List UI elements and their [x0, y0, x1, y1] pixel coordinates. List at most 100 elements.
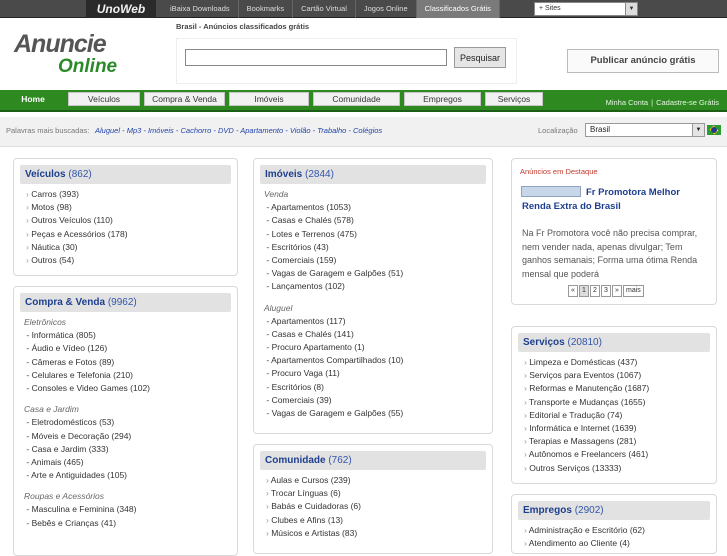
category-item[interactable]: Editorial e Tradução (74) [524, 409, 649, 422]
category-item[interactable]: - Escritórios (43) [264, 241, 403, 254]
category-item[interactable]: - Celulares e Telefonia (210) [24, 369, 150, 382]
register-link[interactable]: Cadastre-se Grátis [656, 98, 719, 107]
category-item[interactable]: - Vagas de Garagem e Galpões (55) [264, 407, 403, 420]
category-item[interactable]: Babás e Cuidadoras (6) [266, 500, 361, 513]
search-area: Pesquisar [176, 38, 517, 84]
keyword-link[interactable]: Colégios [353, 126, 382, 135]
category-item[interactable]: - Apartamentos Compartilhados (10) [264, 354, 403, 367]
search-button[interactable]: Pesquisar [454, 47, 506, 68]
category-item[interactable]: - Casas e Chalés (578) [264, 214, 403, 227]
my-account-link[interactable]: Minha Conta [606, 98, 649, 107]
top-nav-cartao[interactable]: Cartão Virtual [293, 0, 356, 18]
category-header-veiculos[interactable]: Veículos (862) [20, 165, 231, 184]
category-item[interactable]: Músicos e Artistas (83) [266, 527, 361, 540]
category-item[interactable]: Náutica (30) [26, 241, 128, 254]
top-nav-ibaixa[interactable]: iBaixa Downloads [162, 0, 239, 18]
tab-comunidade[interactable]: Comunidade [313, 92, 400, 106]
category-item[interactable]: Peças e Acessórios (178) [26, 228, 127, 241]
pager-prev[interactable]: « [568, 285, 578, 297]
category-item[interactable]: - Móveis e Decoração (294) [24, 430, 150, 443]
pager-page[interactable]: 3 [601, 285, 611, 297]
category-item[interactable]: Transporte e Mudanças (1655) [524, 396, 649, 409]
category-list: Aulas e Cursos (239) Trocar Línguas (6) … [266, 474, 361, 540]
category-item[interactable]: - Áudio e Vídeo (126) [24, 342, 150, 355]
category-item[interactable]: - Casa e Jardim (333) [24, 443, 150, 456]
category-header-empregos[interactable]: Empregos (2902) [518, 501, 710, 520]
group-label: Roupas e Acessórios [24, 491, 105, 502]
category-item[interactable]: - Comerciais (39) [264, 394, 403, 407]
category-item[interactable]: Motos (98) [26, 201, 128, 214]
location-select[interactable]: Brasil ▼ [585, 123, 705, 137]
category-item[interactable]: - Comerciais (159) [264, 254, 403, 267]
category-list: Administração e Escritório (62) Atendime… [524, 524, 645, 550]
category-item[interactable]: - Câmeras e Fotos (89) [24, 356, 150, 369]
search-input[interactable] [185, 49, 447, 66]
site-logo[interactable]: Anuncie Online [14, 30, 174, 80]
keyword-link[interactable]: Apartamento [240, 126, 283, 135]
category-header-servicos[interactable]: Serviços (20810) [518, 333, 710, 352]
chevron-down-icon: ▼ [692, 124, 704, 136]
category-item[interactable]: - Masculina e Feminina (348) [24, 503, 150, 516]
pager-page[interactable]: 1 [579, 285, 589, 297]
tab-home[interactable]: Home [2, 92, 64, 106]
category-item[interactable]: - Consoles e Video Games (102) [24, 382, 150, 395]
featured-ad-title[interactable]: Fr Promotora Melhor Renda Extra do Brasi… [522, 186, 702, 214]
category-item[interactable]: - Informática (805) [24, 329, 150, 342]
category-header-compra-venda[interactable]: Compra & Venda (9962) [20, 293, 231, 312]
category-item[interactable]: - Procuro Vaga (11) [264, 367, 403, 380]
category-item[interactable]: - Casas e Chalés (141) [264, 328, 403, 341]
publish-ad-button[interactable]: Publicar anúncio grátis [567, 49, 719, 73]
category-item[interactable]: Trocar Línguas (6) [266, 487, 361, 500]
category-item[interactable]: Atendimento ao Cliente (4) [524, 537, 645, 550]
recent-searches-list: Aluguel - Mp3 - Imóveis - Cachorro - DVD… [95, 126, 383, 135]
featured-ad-body: Na Fr Promotora você não precisa comprar… [522, 228, 698, 279]
category-item[interactable]: Outros Serviços (13333) [524, 462, 649, 475]
keyword-link[interactable]: Imóveis [148, 126, 174, 135]
unoweb-logo[interactable]: UnoWeb [86, 0, 156, 18]
category-item[interactable]: - Lançamentos (102) [264, 280, 403, 293]
tab-servicos[interactable]: Serviços [485, 92, 543, 106]
keyword-link[interactable]: DVD [218, 126, 234, 135]
category-item[interactable]: - Lotes e Terrenos (475) [264, 228, 403, 241]
category-item[interactable]: - Arte e Antiguidades (105) [24, 469, 150, 482]
pager-page[interactable]: 2 [590, 285, 600, 297]
keyword-link[interactable]: Aluguel [95, 126, 120, 135]
tab-empregos[interactable]: Empregos [404, 92, 481, 106]
category-item[interactable]: Administração e Escritório (62) [524, 524, 645, 537]
pager-next[interactable]: » [612, 285, 622, 297]
category-item[interactable]: Limpeza e Domésticas (437) [524, 356, 649, 369]
category-item[interactable]: - Procuro Apartamento (1) [264, 341, 403, 354]
keyword-link[interactable]: Mp3 [127, 126, 142, 135]
category-item[interactable]: Outros (54) [26, 254, 128, 267]
category-item[interactable]: - Apartamentos (117) [264, 315, 403, 328]
category-item[interactable]: Outros Veículos (110) [26, 214, 128, 227]
category-item[interactable]: - Apartamentos (1053) [264, 201, 403, 214]
category-item[interactable]: Aulas e Cursos (239) [266, 474, 361, 487]
category-header-comunidade[interactable]: Comunidade (762) [260, 451, 486, 470]
category-item[interactable]: - Bebês e Crianças (41) [24, 517, 150, 530]
category-header-imoveis[interactable]: Imóveis (2844) [260, 165, 486, 184]
category-item[interactable]: Terapias e Massagens (281) [524, 435, 649, 448]
category-item[interactable]: Autônomos e Freelancers (461) [524, 448, 649, 461]
category-item[interactable]: Serviços para Eventos (1067) [524, 369, 649, 382]
category-item[interactable]: - Vagas de Garagem e Galpões (51) [264, 267, 403, 280]
category-item[interactable]: Clubes e Afins (13) [266, 514, 361, 527]
top-nav-jogos[interactable]: Jogos Online [356, 0, 417, 18]
tab-veiculos[interactable]: Veículos [68, 92, 140, 106]
sites-select[interactable]: + Sites ▼ [534, 2, 638, 16]
pager-more[interactable]: mais [623, 285, 644, 297]
category-item[interactable]: - Escritórios (8) [264, 381, 403, 394]
tab-compra-venda[interactable]: Compra & Venda [144, 92, 225, 106]
category-item[interactable]: Carros (393) [26, 188, 128, 201]
keyword-link[interactable]: Violão [290, 126, 311, 135]
keyword-link[interactable]: Cachorro [180, 126, 211, 135]
category-item[interactable]: Informática e Internet (1639) [524, 422, 649, 435]
category-item[interactable]: - Animais (465) [24, 456, 150, 469]
group-label: Eletrônicos [24, 317, 67, 327]
category-item[interactable]: - Eletrodomésticos (53) [24, 416, 150, 429]
keyword-link[interactable]: Trabalho [317, 126, 346, 135]
category-item[interactable]: Reformas e Manutenção (1687) [524, 382, 649, 395]
top-nav-bookmarks[interactable]: Bookmarks [239, 0, 294, 18]
tab-imoveis[interactable]: Imóveis [229, 92, 309, 106]
top-nav-classificados[interactable]: Classificados Grátis [416, 0, 500, 18]
